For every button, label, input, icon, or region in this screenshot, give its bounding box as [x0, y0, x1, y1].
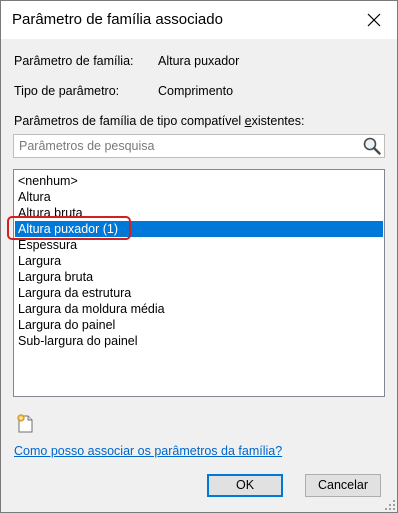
list-item[interactable]: Largura bruta	[15, 269, 383, 285]
search-box	[13, 134, 385, 158]
list-item[interactable]: Sub-largura do painel	[15, 333, 383, 349]
list-item[interactable]: Largura do painel	[15, 317, 383, 333]
list-item[interactable]: Largura da moldura média	[15, 301, 383, 317]
list-item[interactable]: Largura	[15, 253, 383, 269]
title-bar: Parâmetro de família associado	[1, 1, 397, 39]
new-parameter-icon[interactable]	[16, 413, 38, 433]
search-icon[interactable]	[362, 136, 382, 156]
help-link[interactable]: Como posso associar os parâmetros da fam…	[14, 444, 282, 458]
close-icon	[367, 13, 381, 27]
close-button[interactable]	[351, 1, 397, 39]
selection-highlight-ring	[7, 216, 131, 240]
resize-grip-icon[interactable]	[384, 499, 396, 511]
dialog-window: Parâmetro de família associado Parâmetro…	[0, 0, 398, 513]
family-parameter-label: Parâmetro de família:	[14, 54, 134, 68]
list-item[interactable]: Altura	[15, 189, 383, 205]
parameter-type-label: Tipo de parâmetro:	[14, 84, 120, 98]
list-item[interactable]: <nenhum>	[15, 173, 383, 189]
search-input[interactable]	[14, 135, 354, 157]
family-parameter-value: Altura puxador	[158, 54, 240, 68]
list-item[interactable]: Largura da estrutura	[15, 285, 383, 301]
compatible-label-pre: Parâmetros de família de tipo compatível	[14, 114, 245, 128]
ok-button[interactable]: OK	[207, 474, 283, 497]
compatible-parameters-label: Parâmetros de família de tipo compatível…	[14, 114, 304, 128]
dialog-title: Parâmetro de família associado	[12, 11, 223, 28]
compatible-parameters-list[interactable]: <nenhum> Altura Altura bruta Altura puxador…	[13, 169, 385, 397]
compatible-label-accelerator: e	[244, 114, 252, 128]
compatible-label-post: xistentes:	[251, 114, 305, 128]
parameter-type-value: Comprimento	[158, 84, 234, 98]
cancel-button[interactable]: Cancelar	[305, 474, 381, 497]
